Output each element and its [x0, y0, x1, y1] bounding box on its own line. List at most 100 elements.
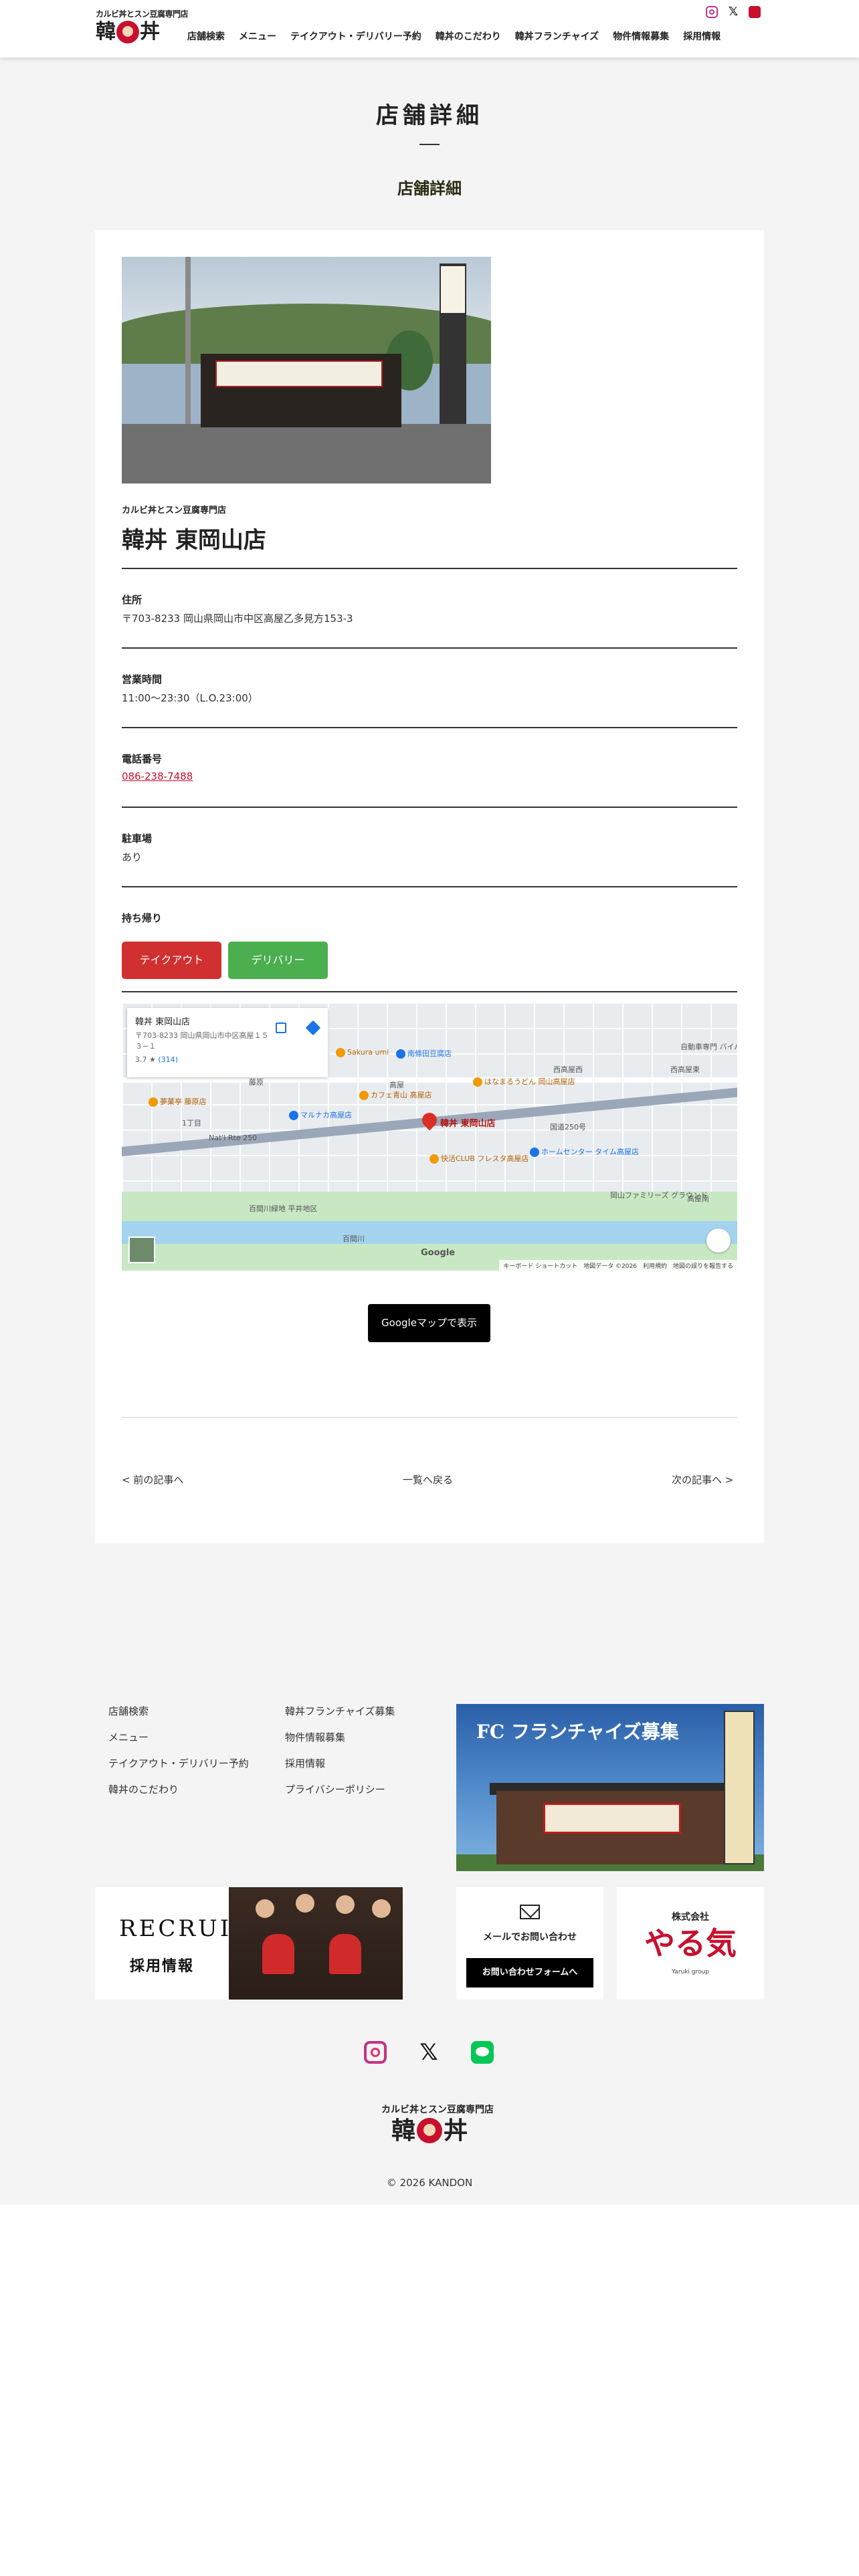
- contact-box: メールでお問い合わせ お問い合わせフォームへ: [456, 1887, 603, 2000]
- x-icon[interactable]: 𝕏: [417, 2041, 440, 2064]
- tel-row: 086-238-7488: [122, 770, 193, 782]
- map-label: 百間川緑地 平井地区: [249, 1204, 318, 1213]
- map-poi[interactable]: カフェ青山 高屋店: [359, 1089, 432, 1100]
- map-layer-thumbnail[interactable]: [128, 1237, 155, 1263]
- x-icon[interactable]: 𝕏: [727, 6, 739, 18]
- global-nav: 店舗検索 メニュー テイクアウト・デリバリー予約 韓丼のこだわり 韓丼フランチャ…: [187, 29, 735, 43]
- map-pin-label: 韓丼 東岡山店: [440, 1119, 496, 1129]
- logo-char-right: 丼: [140, 20, 160, 43]
- footer-logo-char-right: 丼: [444, 2117, 468, 2145]
- map-poi[interactable]: 南條田豆腐店: [396, 1048, 452, 1059]
- nav-takeout-delivery[interactable]: テイクアウト・デリバリー予約: [290, 29, 421, 43]
- instagram-icon[interactable]: [364, 2041, 387, 2064]
- franchise-banner-title: FC フランチャイズ募集: [476, 1721, 679, 1743]
- divider: [122, 807, 737, 808]
- delivery-button[interactable]: デリバリー: [228, 942, 328, 979]
- section-subtitle: 店舗詳細: [397, 179, 462, 198]
- map-attribution[interactable]: キーボード ショートカット 地図データ ©2026 利用規約 地図の誤りを報告す…: [499, 1260, 737, 1271]
- map-label: 西高屋西: [553, 1065, 583, 1074]
- map-poi[interactable]: 快活CLUB フレスタ高屋店: [430, 1153, 529, 1164]
- line-icon[interactable]: [749, 6, 761, 18]
- site-header: カルビ丼とスン豆腐専門店 韓 丼 店舗検索 メニュー テイクアウト・デリバリー予…: [0, 0, 859, 58]
- map-poi[interactable]: 自動車専門 バイパス 東岡山: [680, 1041, 737, 1052]
- fullscreen-icon[interactable]: [706, 1228, 731, 1253]
- instagram-icon[interactable]: [706, 6, 718, 18]
- title-divider: [419, 144, 440, 145]
- recruit-banner[interactable]: RECRUIT 採用情報: [95, 1887, 403, 2000]
- footer-logo-char-left: 韓: [391, 2117, 415, 2145]
- takeout-button[interactable]: テイクアウト: [122, 942, 221, 979]
- google-map[interactable]: 藤原 1丁目 高屋 西高屋西 西高屋東 国道250号 Nat'l Rte 250…: [122, 1002, 737, 1271]
- parking-value: あり: [122, 851, 142, 863]
- divider: [122, 886, 737, 887]
- store-photo: [122, 257, 491, 484]
- map-label: 藤原: [249, 1078, 264, 1087]
- next-article-link[interactable]: 次の記事へ >: [672, 1473, 733, 1487]
- franchise-banner[interactable]: FC フランチャイズ募集: [456, 1704, 764, 1871]
- divider: [122, 727, 737, 728]
- hours-value: 11:00〜23:30（L.O.23:00）: [122, 692, 258, 704]
- map-label: 百間川: [343, 1235, 365, 1243]
- map-poi[interactable]: ホームセンター タイム高屋店: [530, 1146, 639, 1157]
- footer-link-store-search[interactable]: 店舗検索: [108, 1704, 149, 1718]
- map-poi[interactable]: マルナカ高屋店: [289, 1109, 352, 1120]
- address-label: 住所: [122, 594, 142, 606]
- logo-tagline: カルビ丼とスン豆腐専門店: [96, 9, 189, 19]
- divider: [122, 647, 737, 649]
- nav-commitment[interactable]: 韓丼のこだわり: [436, 29, 501, 43]
- map-poi[interactable]: Sakura umi: [336, 1048, 389, 1057]
- logo-char-left: 韓: [96, 20, 116, 43]
- recruit-subheading: 採用情報: [130, 1957, 195, 1975]
- footer-logo[interactable]: カルビ丼とスン豆腐専門店 韓 丼: [381, 2103, 494, 2149]
- map-label: 高屋: [389, 1081, 404, 1089]
- divider: [122, 991, 737, 992]
- footer-link-menu[interactable]: メニュー: [108, 1730, 149, 1744]
- nav-recruit[interactable]: 採用情報: [683, 29, 721, 43]
- tel-link[interactable]: 086-238-7488: [122, 770, 193, 782]
- nav-franchise[interactable]: 韓丼フランチャイズ: [515, 29, 599, 43]
- nav-store-search[interactable]: 店舗検索: [187, 29, 225, 43]
- nav-property[interactable]: 物件情報募集: [613, 29, 669, 43]
- takeout-label: 持ち帰り: [122, 912, 163, 924]
- map-label: 西高屋東: [670, 1065, 700, 1074]
- footer-link-takeout[interactable]: テイクアウト・デリバリー予約: [108, 1756, 249, 1770]
- map-review-count[interactable]: (314): [158, 1055, 178, 1064]
- contact-form-button[interactable]: お問い合わせフォームへ: [466, 1958, 593, 1988]
- google-maps-button[interactable]: Googleマップで表示: [368, 1304, 490, 1342]
- map-label: 国道250号: [550, 1123, 586, 1132]
- footer-link-privacy[interactable]: プライバシーポリシー: [285, 1782, 385, 1796]
- footer-link-recruit[interactable]: 採用情報: [285, 1756, 325, 1770]
- header-social: 𝕏: [706, 6, 761, 18]
- parking-label: 駐車場: [122, 833, 153, 845]
- logo-face-icon: [417, 2118, 442, 2143]
- google-logo: Google: [421, 1248, 456, 1258]
- page-title: 店舗詳細: [376, 102, 483, 129]
- site-logo[interactable]: カルビ丼とスン豆腐専門店 韓 丼: [96, 8, 189, 48]
- divider: [122, 1417, 737, 1418]
- line-icon[interactable]: [471, 2041, 494, 2064]
- company-logo: やる気: [644, 1925, 737, 1961]
- divider: [122, 568, 737, 569]
- footer-link-property[interactable]: 物件情報募集: [285, 1730, 345, 1744]
- hours-label: 営業時間: [122, 673, 163, 685]
- tel-label: 電話番号: [122, 753, 163, 765]
- map-label: 1丁目: [182, 1119, 201, 1128]
- map-label: Nat'l Rte 250: [209, 1134, 258, 1142]
- open-in-maps-icon[interactable]: [276, 1023, 286, 1033]
- footer-link-commitment[interactable]: 韓丼のこだわり: [108, 1782, 179, 1796]
- footer-link-franchise[interactable]: 韓丼フランチャイズ募集: [285, 1704, 395, 1718]
- map-poi[interactable]: はなまるうどん 岡山高屋店: [473, 1076, 575, 1087]
- company-prefix: 株式会社: [672, 1912, 709, 1923]
- contact-title: メールでお問い合わせ: [483, 1932, 577, 1943]
- back-to-list-link[interactable]: 一覧へ戻る: [403, 1473, 453, 1487]
- staff-photo: [229, 1887, 403, 2000]
- store-name: 韓丼 東岡山店: [122, 527, 266, 554]
- nav-menu[interactable]: メニュー: [239, 29, 276, 43]
- map-poi[interactable]: 岡山ファミリーズ グラウンド: [610, 1190, 708, 1200]
- mail-icon: [520, 1905, 540, 1919]
- copyright: © 2026 KANDON: [386, 2177, 473, 2189]
- map-poi[interactable]: 夢菓亭 藤原店: [149, 1096, 207, 1107]
- prev-article-link[interactable]: < 前の記事へ: [122, 1473, 183, 1487]
- map-card-name[interactable]: 韓丼 東岡山店: [135, 1014, 320, 1027]
- company-logo-box[interactable]: 株式会社 やる気 Yaruki group: [617, 1887, 764, 2000]
